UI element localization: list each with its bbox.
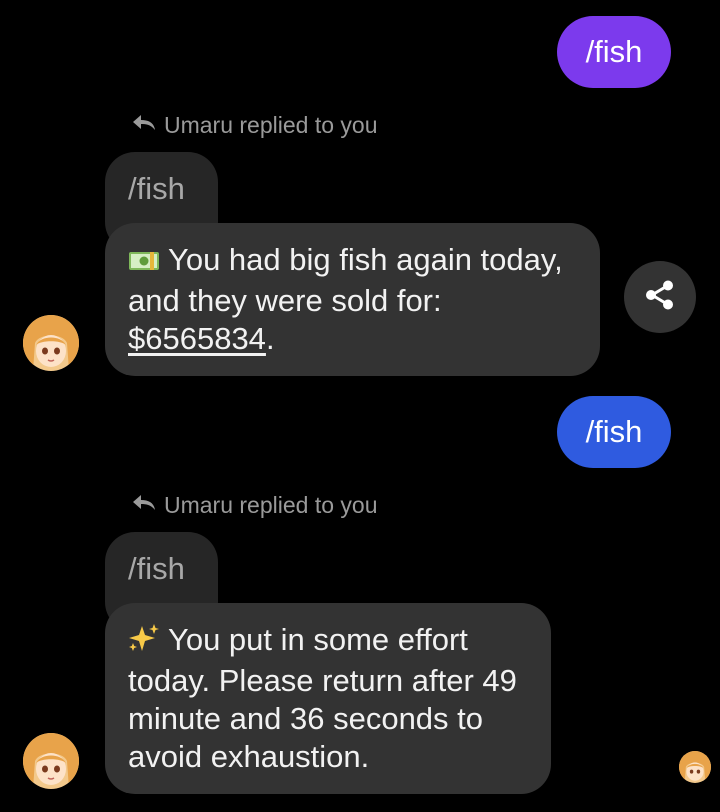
share-button[interactable] xyxy=(624,261,696,333)
message-line: You put in some effort xyxy=(168,622,468,657)
sent-message-text: /fish xyxy=(585,34,643,69)
reply-header-text: Umaru replied to you xyxy=(164,112,378,138)
reply-header-text: Umaru replied to you xyxy=(164,492,378,518)
received-message-bubble[interactable]: You put in some effort today. Please ret… xyxy=(105,603,551,794)
reply-header: Umaru replied to you xyxy=(132,492,378,519)
money-emoji-icon xyxy=(128,244,160,282)
reply-arrow-icon xyxy=(132,112,156,139)
message-line: You had big fish again today, xyxy=(168,242,563,277)
quoted-message-text: /fish xyxy=(128,551,185,586)
received-message-bubble[interactable]: You had big fish again today, and they w… xyxy=(105,223,600,376)
sent-message-bubble[interactable]: /fish xyxy=(557,16,671,88)
reply-header: Umaru replied to you xyxy=(132,112,378,139)
message-punctuation: . xyxy=(265,321,275,356)
message-line: today. Please return after 49 xyxy=(128,663,517,698)
message-line: and they were sold for: xyxy=(128,283,442,318)
message-line: avoid exhaustion. xyxy=(128,739,370,774)
amount-link[interactable]: $6565834 xyxy=(128,321,266,356)
sparkles-emoji-icon xyxy=(128,623,160,662)
umaru-avatar[interactable] xyxy=(23,315,79,371)
message-line: minute and 36 seconds to xyxy=(128,701,484,736)
umaru-avatar[interactable] xyxy=(23,733,79,789)
sent-message-bubble[interactable]: /fish xyxy=(557,396,671,468)
reply-arrow-icon xyxy=(132,492,156,519)
sent-message-text: /fish xyxy=(585,414,643,449)
read-receipt-avatar xyxy=(679,751,711,783)
share-icon xyxy=(643,278,677,317)
quoted-message-text: /fish xyxy=(128,171,185,206)
